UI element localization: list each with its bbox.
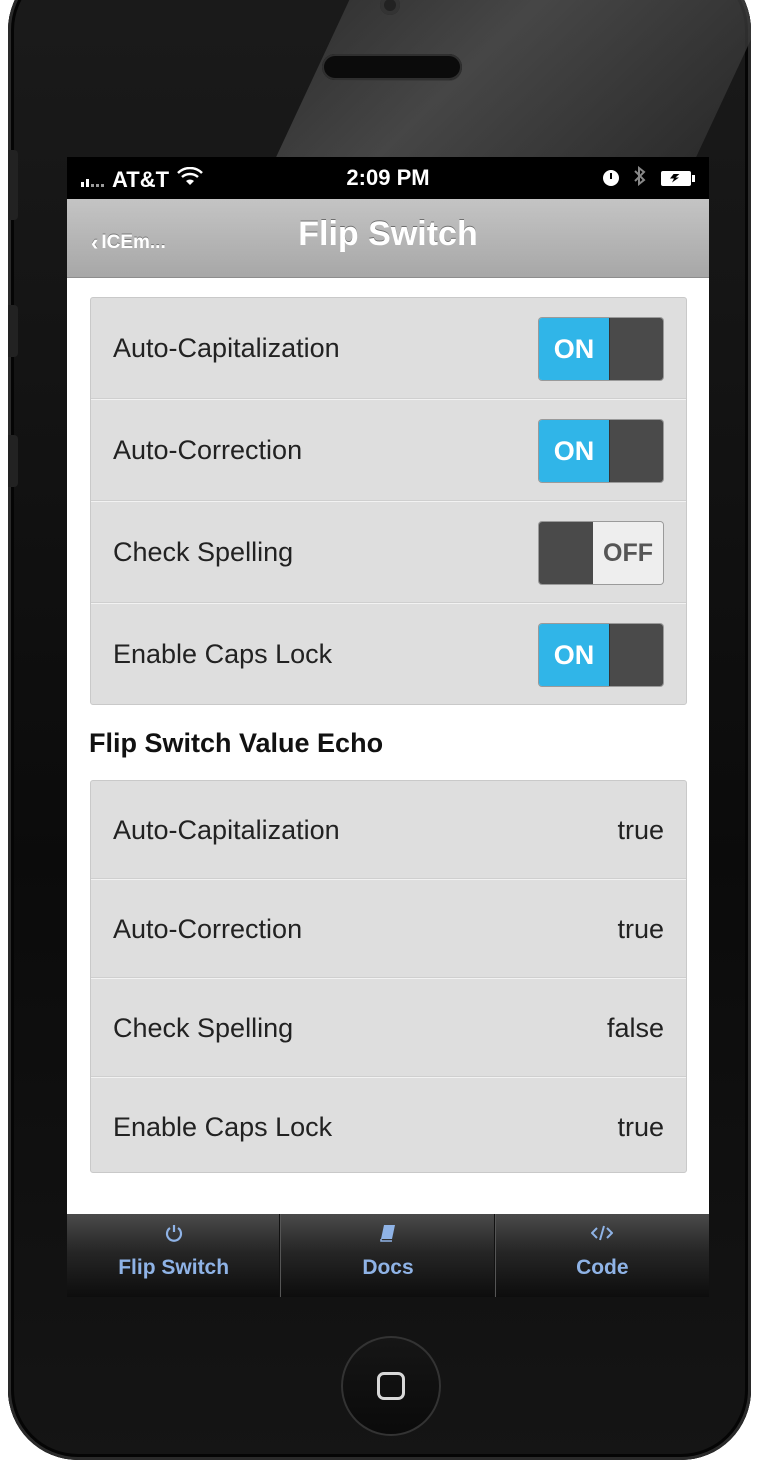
echo-value: false [606, 1013, 664, 1043]
switch-label: Auto-Capitalization [113, 333, 340, 363]
code-icon [496, 1224, 709, 1246]
toggle-knob [539, 522, 593, 584]
echo-row: Check Spelling false [91, 979, 686, 1078]
tab-docs[interactable]: Docs [281, 1214, 496, 1297]
glare [274, 0, 751, 160]
status-bar: AT&T 2:09 PM [67, 157, 709, 199]
echo-list: Auto-Capitalization true Auto-Correction… [90, 780, 687, 1173]
echo-label: Auto-Correction [113, 914, 303, 944]
volume-down-button [8, 435, 18, 487]
auto-capitalization-toggle[interactable]: ON [539, 318, 663, 380]
echo-label: Auto-Capitalization [113, 815, 340, 845]
echo-label: Check Spelling [113, 1013, 294, 1043]
switch-label: Auto-Correction [113, 435, 303, 465]
power-icon [67, 1224, 280, 1246]
page-title: Flip Switch [298, 215, 478, 253]
echo-label: Enable Caps Lock [113, 1112, 333, 1142]
toggle-knob [609, 318, 663, 380]
toggle-knob [609, 420, 663, 482]
tab-label: Flip Switch [118, 1256, 230, 1279]
alarm-clock-icon [603, 170, 619, 186]
volume-up-button [8, 305, 18, 357]
echo-row: Auto-Correction true [91, 880, 686, 979]
echo-value: true [617, 1112, 664, 1142]
toggle-state-label: ON [539, 420, 609, 482]
switch-row-auto-capitalization: Auto-Capitalization ON [91, 298, 686, 400]
echo-row: Auto-Capitalization true [91, 781, 686, 880]
switch-label: Enable Caps Lock [113, 639, 333, 669]
echo-value: true [617, 914, 664, 944]
switch-row-auto-correction: Auto-Correction ON [91, 400, 686, 502]
book-icon [281, 1224, 494, 1246]
toggle-state-label: OFF [593, 522, 663, 584]
mute-switch [8, 150, 18, 220]
echo-row: Enable Caps Lock true [91, 1078, 686, 1176]
home-square-icon [377, 1372, 405, 1400]
enable-caps-lock-toggle[interactable]: ON [539, 624, 663, 686]
switch-label: Check Spelling [113, 537, 294, 567]
tab-label: Docs [362, 1256, 414, 1279]
section-header: Flip Switch Value Echo [89, 728, 384, 758]
check-spelling-toggle[interactable]: OFF [539, 522, 663, 584]
tab-flip-switch[interactable]: Flip Switch [67, 1214, 282, 1297]
earpiece-speaker [322, 54, 462, 80]
tab-label: Code [576, 1256, 629, 1279]
echo-value: true [617, 815, 664, 845]
screen: AT&T 2:09 PM ‹ ICEm... Flip Switch Auto-… [67, 157, 709, 1297]
switch-row-check-spelling: Check Spelling OFF [91, 502, 686, 604]
home-button[interactable] [341, 1336, 441, 1436]
tab-code[interactable]: Code [496, 1214, 709, 1297]
status-right [603, 165, 695, 190]
toggle-state-label: ON [539, 624, 609, 686]
tab-bar: Flip Switch Docs Code [67, 1214, 709, 1297]
bluetooth-icon [633, 165, 647, 190]
navigation-bar: ‹ ICEm... Flip Switch [67, 199, 709, 278]
toggle-knob [609, 624, 663, 686]
auto-correction-toggle[interactable]: ON [539, 420, 663, 482]
switch-row-enable-caps-lock: Enable Caps Lock ON [91, 604, 686, 705]
switch-list: Auto-Capitalization ON Auto-Correction O… [90, 297, 687, 705]
battery-charging-icon [661, 170, 695, 186]
toggle-state-label: ON [539, 318, 609, 380]
content-area: Auto-Capitalization ON Auto-Correction O… [67, 278, 709, 1214]
